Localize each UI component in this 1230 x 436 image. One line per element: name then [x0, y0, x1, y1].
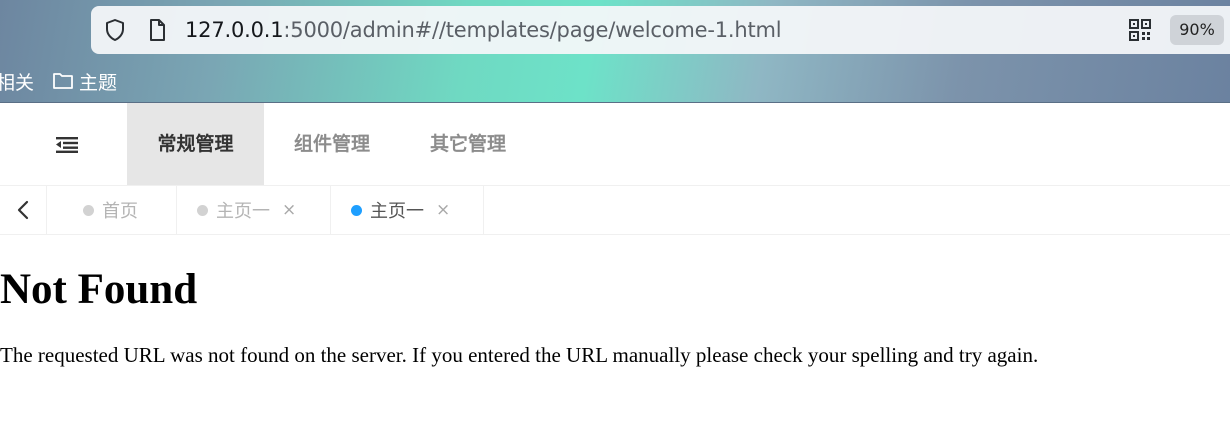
page-tab-main-1[interactable]: 主页一 ×: [177, 186, 331, 234]
page-tab-main-2[interactable]: 主页一 ×: [331, 186, 484, 234]
nav-tab-components[interactable]: 组件管理: [264, 103, 400, 185]
chevron-left-icon: [17, 200, 29, 220]
bookmark-label: 主题: [79, 71, 118, 94]
page-tab-home[interactable]: 首页: [47, 186, 177, 234]
tab-status-dot: [197, 204, 208, 216]
tab-label: 首页: [102, 201, 138, 222]
tab-label: 主页一: [370, 201, 424, 222]
nav-tab-general[interactable]: 常规管理: [127, 103, 264, 185]
error-message: The requested URL was not found on the s…: [0, 343, 1039, 367]
close-icon[interactable]: ×: [282, 201, 296, 219]
error-title: Not Found: [0, 266, 198, 313]
url-text[interactable]: 127.0.0.1:5000/admin#//templates/page/we…: [185, 16, 782, 44]
app-header: 常规管理 组件管理 其它管理: [0, 103, 1230, 186]
tab-status-dot: [83, 204, 94, 216]
page-icon[interactable]: [145, 18, 169, 42]
browser-toolbar: 127.0.0.1:5000/admin#//templates/page/we…: [0, 0, 1230, 103]
tabs-prev-button[interactable]: [0, 186, 47, 234]
bookmarks-bar: 相关 主题: [0, 66, 117, 96]
address-bar[interactable]: 127.0.0.1:5000/admin#//templates/page/we…: [91, 6, 1230, 54]
bookmark-folder[interactable]: 主题: [52, 68, 117, 95]
zoom-level-badge[interactable]: 90%: [1170, 15, 1224, 45]
tab-status-dot: [351, 204, 362, 216]
close-icon[interactable]: ×: [436, 201, 450, 219]
tab-label: 主页一: [216, 201, 270, 222]
folder-icon: [53, 73, 73, 89]
url-host: 127.0.0.1: [185, 18, 284, 42]
url-path: :5000/admin#//templates/page/welcome-1.h…: [283, 18, 782, 42]
menu-fold-icon[interactable]: [56, 136, 78, 153]
qr-code-icon[interactable]: [1128, 18, 1152, 42]
shield-icon[interactable]: [103, 18, 127, 42]
nav-tab-other[interactable]: 其它管理: [400, 103, 536, 185]
bookmark-label: 相关: [0, 71, 35, 94]
bookmark-item[interactable]: 相关: [0, 68, 34, 95]
page-tabs-bar: 首页 主页一 × 主页一 ×: [0, 186, 1230, 235]
